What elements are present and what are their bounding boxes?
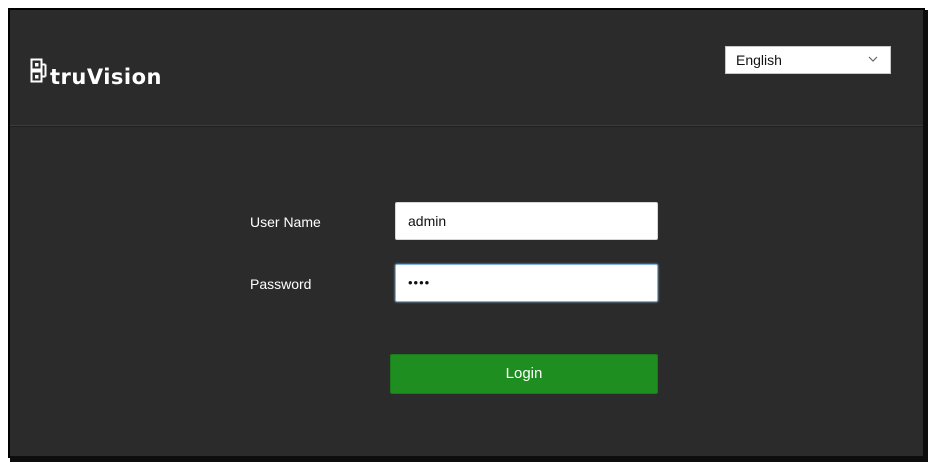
brand-logo: truVision <box>30 50 162 90</box>
username-label: User Name <box>250 214 321 230</box>
brand-name: truVision <box>50 65 163 89</box>
header-bar: truVision English <box>10 10 923 126</box>
chevron-down-icon <box>868 56 878 62</box>
language-value: English <box>736 52 782 68</box>
username-input[interactable] <box>395 202 658 240</box>
language-select[interactable]: English <box>725 46 891 74</box>
login-panel: truVision English User Name Password •••… <box>10 10 928 462</box>
login-button[interactable]: Login <box>390 354 658 394</box>
password-input[interactable]: •••• <box>395 264 658 302</box>
truvision-logo-icon <box>30 58 47 83</box>
password-label: Password <box>250 276 312 292</box>
